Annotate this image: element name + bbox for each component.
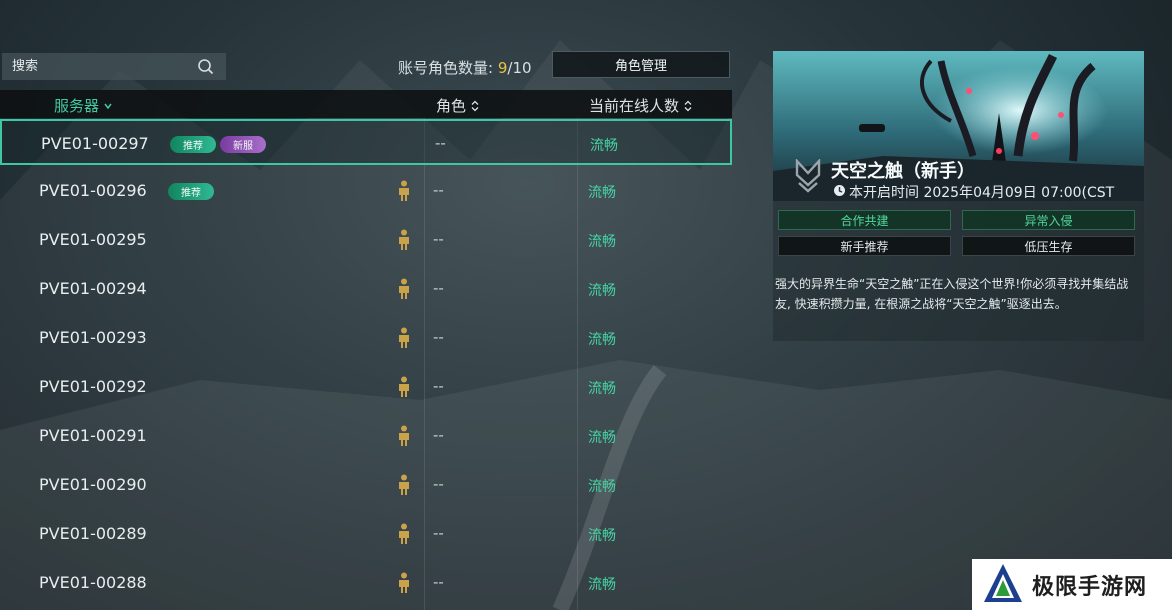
- header-online[interactable]: 当前在线人数: [589, 95, 692, 116]
- search-icon[interactable]: [196, 57, 216, 77]
- tag-coop: 合作共建: [778, 210, 951, 230]
- server-tags: 推荐: [168, 183, 214, 200]
- role-value: --: [433, 426, 444, 444]
- role-value: --: [433, 328, 444, 346]
- online-status: 流畅: [588, 577, 616, 593]
- header-role[interactable]: 角色: [436, 95, 479, 116]
- server-row[interactable]: PVE01-00297 推荐 新服 -- 流畅: [0, 119, 732, 165]
- count-current: 9: [497, 59, 508, 77]
- online-status: 流畅: [588, 479, 616, 495]
- role-value: --: [433, 230, 444, 248]
- person-icon: [399, 523, 409, 544]
- online-status: 流畅: [588, 430, 616, 446]
- role-value: --: [433, 377, 444, 395]
- watermark-logo-icon: [984, 563, 1022, 602]
- clock-icon: [834, 185, 845, 196]
- header-server[interactable]: 服务器: [54, 95, 112, 116]
- sort-icon: [684, 100, 692, 111]
- person-icon: [399, 278, 409, 299]
- server-detail-panel: 天空之触（新手） 本开启时间 2025年04月09日 07:00(CST 合作共…: [773, 51, 1144, 341]
- role-value: --: [433, 181, 444, 199]
- server-row[interactable]: PVE01-00295 -- 流畅: [0, 217, 732, 263]
- server-name: PVE01-00294: [39, 279, 147, 298]
- server-row[interactable]: PVE01-00292 -- 流畅: [0, 364, 732, 410]
- person-icon: [399, 425, 409, 446]
- site-watermark: 极限手游网: [972, 559, 1172, 610]
- server-row[interactable]: PVE01-00290 -- 流畅: [0, 462, 732, 508]
- person-icon: [399, 572, 409, 593]
- tag-newbie: 新手推荐: [778, 236, 951, 256]
- header-server-label: 服务器: [54, 97, 100, 115]
- server-name: PVE01-00297: [41, 134, 149, 153]
- search-input[interactable]: [2, 58, 196, 75]
- person-icon: [399, 376, 409, 397]
- tag-survival: 低压生存: [962, 236, 1135, 256]
- role-value: --: [433, 279, 444, 297]
- online-status: 流畅: [588, 381, 616, 397]
- server-description: 强大的异界生命“天空之触”正在入侵这个世界!你必须寻找并集结战友, 快速积攒力量…: [775, 277, 1129, 311]
- header-online-label: 当前在线人数: [589, 97, 680, 115]
- server-name: PVE01-00296: [39, 181, 147, 200]
- person-icon: [399, 180, 409, 201]
- server-row[interactable]: PVE01-00288 -- 流畅: [0, 560, 732, 606]
- server-row[interactable]: PVE01-00293 -- 流畅: [0, 315, 732, 361]
- server-row[interactable]: PVE01-00291 -- 流畅: [0, 413, 732, 459]
- online-status: 流畅: [588, 185, 616, 201]
- role-value: --: [433, 573, 444, 591]
- person-icon: [399, 229, 409, 250]
- table-header: 服务器 角色 当前在线人数: [0, 90, 732, 118]
- person-icon: [399, 474, 409, 495]
- server-row[interactable]: PVE01-00289 -- 流畅: [0, 511, 732, 557]
- watermark-text: 极限手游网: [1032, 573, 1148, 600]
- chevron-down-icon: [104, 103, 112, 109]
- recommended-badge: 推荐: [168, 183, 214, 200]
- sort-icon: [471, 100, 479, 111]
- server-name: PVE01-00295: [39, 230, 147, 249]
- server-row[interactable]: PVE01-00294 -- 流畅: [0, 266, 732, 312]
- recommended-badge: 推荐: [170, 136, 216, 153]
- tag-anomaly: 异常入侵: [962, 210, 1135, 230]
- count-max: 10: [512, 59, 532, 77]
- count-label: 账号角色数量:: [398, 59, 498, 77]
- server-name: PVE01-00291: [39, 426, 147, 445]
- server-name: PVE01-00290: [39, 475, 147, 494]
- server-tags: 推荐 新服: [170, 136, 266, 153]
- person-icon: [399, 327, 409, 348]
- online-status: 流畅: [588, 528, 616, 544]
- role-value: --: [433, 524, 444, 542]
- online-status: 流畅: [590, 138, 618, 154]
- game-logo-icon: [795, 159, 821, 193]
- online-status: 流畅: [588, 332, 616, 348]
- server-name: PVE01-00292: [39, 377, 147, 396]
- role-value: --: [433, 475, 444, 493]
- online-status: 流畅: [588, 283, 616, 299]
- server-row[interactable]: PVE01-00296 推荐 -- 流畅: [0, 168, 732, 214]
- open-time: 本开启时间 2025年04月09日 07:00(CST: [849, 185, 1115, 201]
- search-box[interactable]: [2, 53, 226, 80]
- role-value: --: [435, 134, 446, 152]
- new-server-badge: 新服: [220, 136, 266, 153]
- server-name: PVE01-00293: [39, 328, 147, 347]
- server-title: 天空之触（新手）: [831, 161, 975, 182]
- header-role-label: 角色: [436, 97, 467, 115]
- server-name: PVE01-00289: [39, 524, 147, 543]
- role-manage-button[interactable]: 角色管理: [552, 51, 730, 78]
- server-name: PVE01-00288: [39, 573, 147, 592]
- account-role-count: 账号角色数量: 9/10: [398, 57, 532, 78]
- online-status: 流畅: [588, 234, 616, 250]
